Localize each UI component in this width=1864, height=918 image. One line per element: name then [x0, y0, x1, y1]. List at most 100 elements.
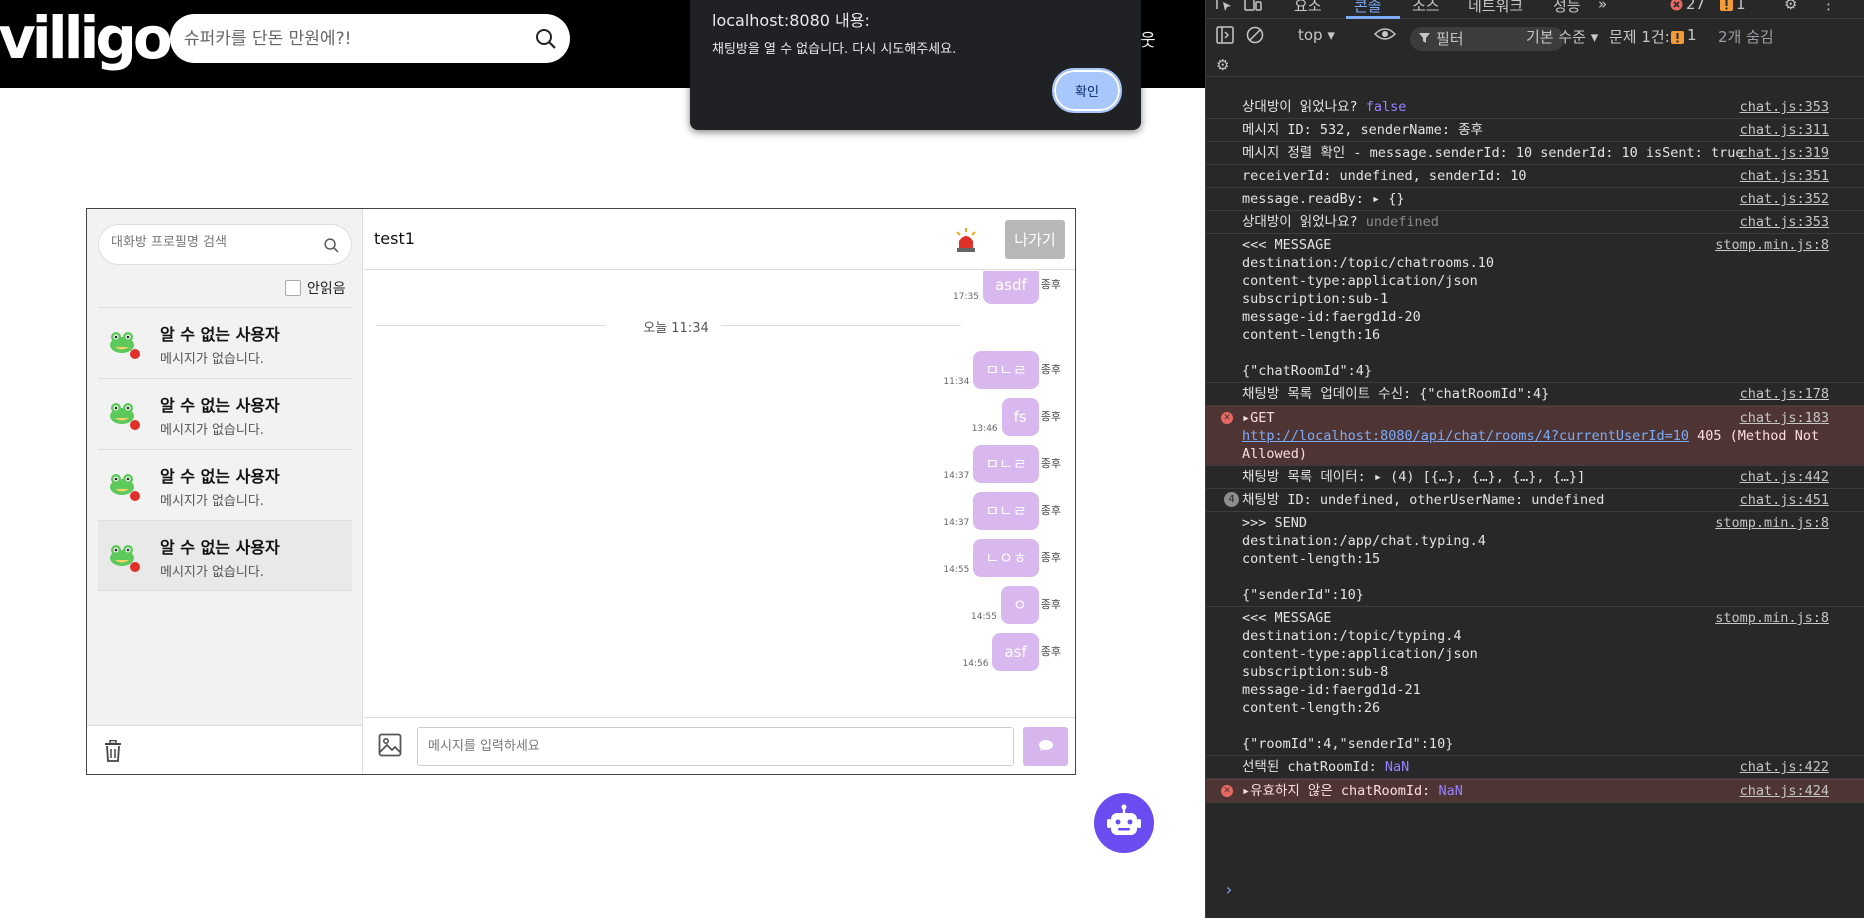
- log-source-link[interactable]: chat.js:353: [1740, 98, 1829, 116]
- room-item[interactable]: 알 수 없는 사용자 메시지가 없습니다.: [98, 307, 352, 378]
- message-bubble: ㅁㄴㄹ: [973, 492, 1039, 530]
- tab-performance[interactable]: 성능: [1553, 0, 1581, 16]
- frog-avatar-icon: [107, 468, 141, 502]
- log-source-link[interactable]: chat.js:442: [1740, 468, 1829, 486]
- devtools-panel: 요소 콘솔 소스 네트워크 성능 » 27 1 ⚙ ⋮ top ▾ 필터 기본 …: [1205, 0, 1864, 918]
- log-text: 채팅방 목록 데이터: ▸ (4) [{…}, {…}, {…}, {…}]: [1242, 469, 1586, 485]
- chat-title: test1: [374, 229, 415, 248]
- device-toolbar-icon[interactable]: [1244, 0, 1262, 15]
- console-prompt-icon[interactable]: ›: [1224, 880, 1234, 899]
- frog-avatar-icon: [107, 539, 141, 573]
- eye-icon[interactable]: [1373, 26, 1397, 46]
- log-source-link[interactable]: stomp.min.js:8: [1715, 514, 1829, 532]
- leave-button[interactable]: 나가기: [1005, 220, 1065, 259]
- message-time: 14:37: [943, 471, 970, 481]
- message-bubble: ㅇ: [1000, 586, 1039, 624]
- warning-count-icon[interactable]: [1720, 0, 1733, 15]
- unread-checkbox[interactable]: [285, 280, 301, 296]
- console-settings-gear-icon[interactable]: ⚙: [1216, 56, 1229, 74]
- unread-filter[interactable]: 안읽음: [285, 278, 346, 298]
- room-name: 알 수 없는 사용자: [160, 467, 280, 486]
- console-error-row[interactable]: ✕ ▸GET http://localhost:8080/api/chat/room…: [1206, 406, 1864, 466]
- room-item[interactable]: 알 수 없는 사용자 메시지가 없습니다.: [98, 449, 352, 520]
- console-log-row[interactable]: 채팅방 목록 데이터: ▸ (4) [{…}, {…}, {…}, {…}] ch…: [1206, 466, 1864, 489]
- header-user-link[interactable]: 웃: [1140, 26, 1156, 51]
- log-source-link[interactable]: chat.js:352: [1740, 190, 1829, 208]
- room-search-input[interactable]: [111, 235, 311, 250]
- log-source-link[interactable]: chat.js:183: [1740, 409, 1829, 427]
- console-error-row[interactable]: ✕ ▸유효하지 않은 chatRoomId: NaN chat.js:424: [1206, 779, 1864, 803]
- image-upload-icon[interactable]: [378, 733, 402, 761]
- tab-console[interactable]: 콘솔: [1354, 0, 1382, 16]
- message-list: 17:35 asdf 종후 오늘 11:34 11:34 ㅁㄴㄹ 종후 13:4…: [364, 271, 1075, 717]
- message-bubble: ㄴㅇㅎ: [973, 539, 1039, 577]
- room-item[interactable]: 알 수 없는 사용자 메시지가 없습니다.: [98, 378, 352, 449]
- log-source-link[interactable]: chat.js:451: [1740, 491, 1829, 509]
- message-time: 11:34: [943, 377, 970, 387]
- error-count[interactable]: 27: [1686, 0, 1705, 13]
- chat-panel: test1 나가기 17:35 asdf 종후 오늘 11:34 11:34 ㅁ…: [364, 209, 1075, 774]
- more-options-icon[interactable]: ⋮: [1821, 0, 1836, 13]
- console-log-row[interactable]: message.readBy: ▸ {} chat.js:352: [1206, 188, 1864, 211]
- issues-count[interactable]: 1: [1687, 26, 1697, 44]
- console-log-row[interactable]: <<< MESSAGE destination:/topic/typing.4 …: [1206, 607, 1864, 756]
- search-icon[interactable]: [534, 27, 558, 55]
- log-text: <<< MESSAGE destination:/topic/typing.4 …: [1242, 610, 1478, 752]
- inspect-icon[interactable]: [1216, 0, 1234, 15]
- message-time: 14:55: [943, 565, 970, 575]
- console-log-row[interactable]: 채팅방 목록 업데이트 수신: {"chatRoomId":4} chat.js:…: [1206, 383, 1864, 406]
- issues-label[interactable]: 문제 1건:: [1609, 26, 1670, 47]
- search-icon[interactable]: [323, 237, 340, 258]
- console-log-row[interactable]: >>> SEND destination:/app/chat.typing.4 …: [1206, 512, 1864, 607]
- message: 14:37 ㅁㄴㄹ 종후: [943, 492, 1061, 530]
- sidebar-toggle-icon[interactable]: [1216, 26, 1234, 48]
- tab-sources[interactable]: 소스: [1412, 0, 1440, 16]
- console-log-row[interactable]: 상대방이 읽었나요? false chat.js:353: [1206, 96, 1864, 119]
- message-sender: 종후: [1040, 551, 1061, 564]
- room-preview: 메시지가 없습니다.: [160, 423, 264, 438]
- log-source-link[interactable]: chat.js:353: [1740, 213, 1829, 231]
- log-text: 메시지 ID: 532, senderName: 종후: [1242, 122, 1483, 138]
- site-search-input[interactable]: [184, 26, 514, 51]
- console-log-row[interactable]: 메시지 정렬 확인 - message.senderId: 10 senderI…: [1206, 142, 1864, 165]
- settings-gear-icon[interactable]: ⚙: [1784, 0, 1797, 13]
- issue-warning-icon: [1671, 29, 1684, 48]
- trash-icon[interactable]: [103, 739, 123, 766]
- console-log-row[interactable]: 선택된 chatRoomId: NaN chat.js:422: [1206, 756, 1864, 779]
- log-text: 메시지 정렬 확인 - message.senderId: 10 senderI…: [1242, 145, 1744, 161]
- log-source-link[interactable]: chat.js:311: [1740, 121, 1829, 139]
- log-source-link[interactable]: stomp.min.js:8: [1715, 236, 1829, 254]
- message-input[interactable]: [417, 727, 1014, 766]
- console-log-row[interactable]: 4 채팅방 ID: undefined, otherUserName: undef…: [1206, 489, 1864, 512]
- console-log-row[interactable]: <<< MESSAGE destination:/topic/chatrooms…: [1206, 234, 1864, 383]
- more-tabs-icon[interactable]: »: [1598, 0, 1607, 13]
- context-select[interactable]: top ▾: [1298, 26, 1335, 44]
- tab-network[interactable]: 네트워크: [1468, 0, 1523, 16]
- unread-label: 안읽음: [307, 281, 346, 297]
- console-log-row[interactable]: 상대방이 읽었나요? undefined chat.js:353: [1206, 211, 1864, 234]
- alert-ok-button[interactable]: 확인: [1052, 68, 1122, 113]
- log-source-link[interactable]: stomp.min.js:8: [1715, 609, 1829, 627]
- tab-elements[interactable]: 요소: [1294, 0, 1322, 16]
- room-name: 알 수 없는 사용자: [160, 325, 280, 344]
- console-log-row[interactable]: 메시지 ID: 532, senderName: 종후 chat.js:311: [1206, 119, 1864, 142]
- log-source-link[interactable]: chat.js:178: [1740, 385, 1829, 403]
- message-time: 14:55: [971, 612, 997, 622]
- log-source-link[interactable]: chat.js:422: [1740, 758, 1829, 776]
- console-log-row[interactable]: receiverId: undefined, senderId: 10 chat.…: [1206, 165, 1864, 188]
- warning-count[interactable]: 1: [1736, 0, 1746, 13]
- log-url-link[interactable]: http://localhost:8080/api/chat/rooms/4?c…: [1242, 428, 1689, 444]
- clear-console-icon[interactable]: [1246, 26, 1264, 48]
- log-source-link[interactable]: chat.js:319: [1740, 144, 1829, 162]
- log-value: undefined: [1365, 214, 1439, 230]
- room-item-selected[interactable]: 알 수 없는 사용자 메시지가 없습니다.: [98, 520, 352, 591]
- site-logo[interactable]: villigo: [0, 0, 173, 76]
- log-source-link[interactable]: chat.js:351: [1740, 167, 1829, 185]
- send-button[interactable]: [1023, 727, 1068, 766]
- error-count-icon[interactable]: [1670, 0, 1683, 15]
- message-bubble: asdf: [982, 271, 1039, 304]
- log-source-link[interactable]: chat.js:424: [1740, 782, 1829, 800]
- chatbot-button[interactable]: [1094, 793, 1154, 853]
- log-level-select[interactable]: 기본 수준 ▾: [1526, 26, 1598, 47]
- report-siren-icon[interactable]: [954, 227, 978, 257]
